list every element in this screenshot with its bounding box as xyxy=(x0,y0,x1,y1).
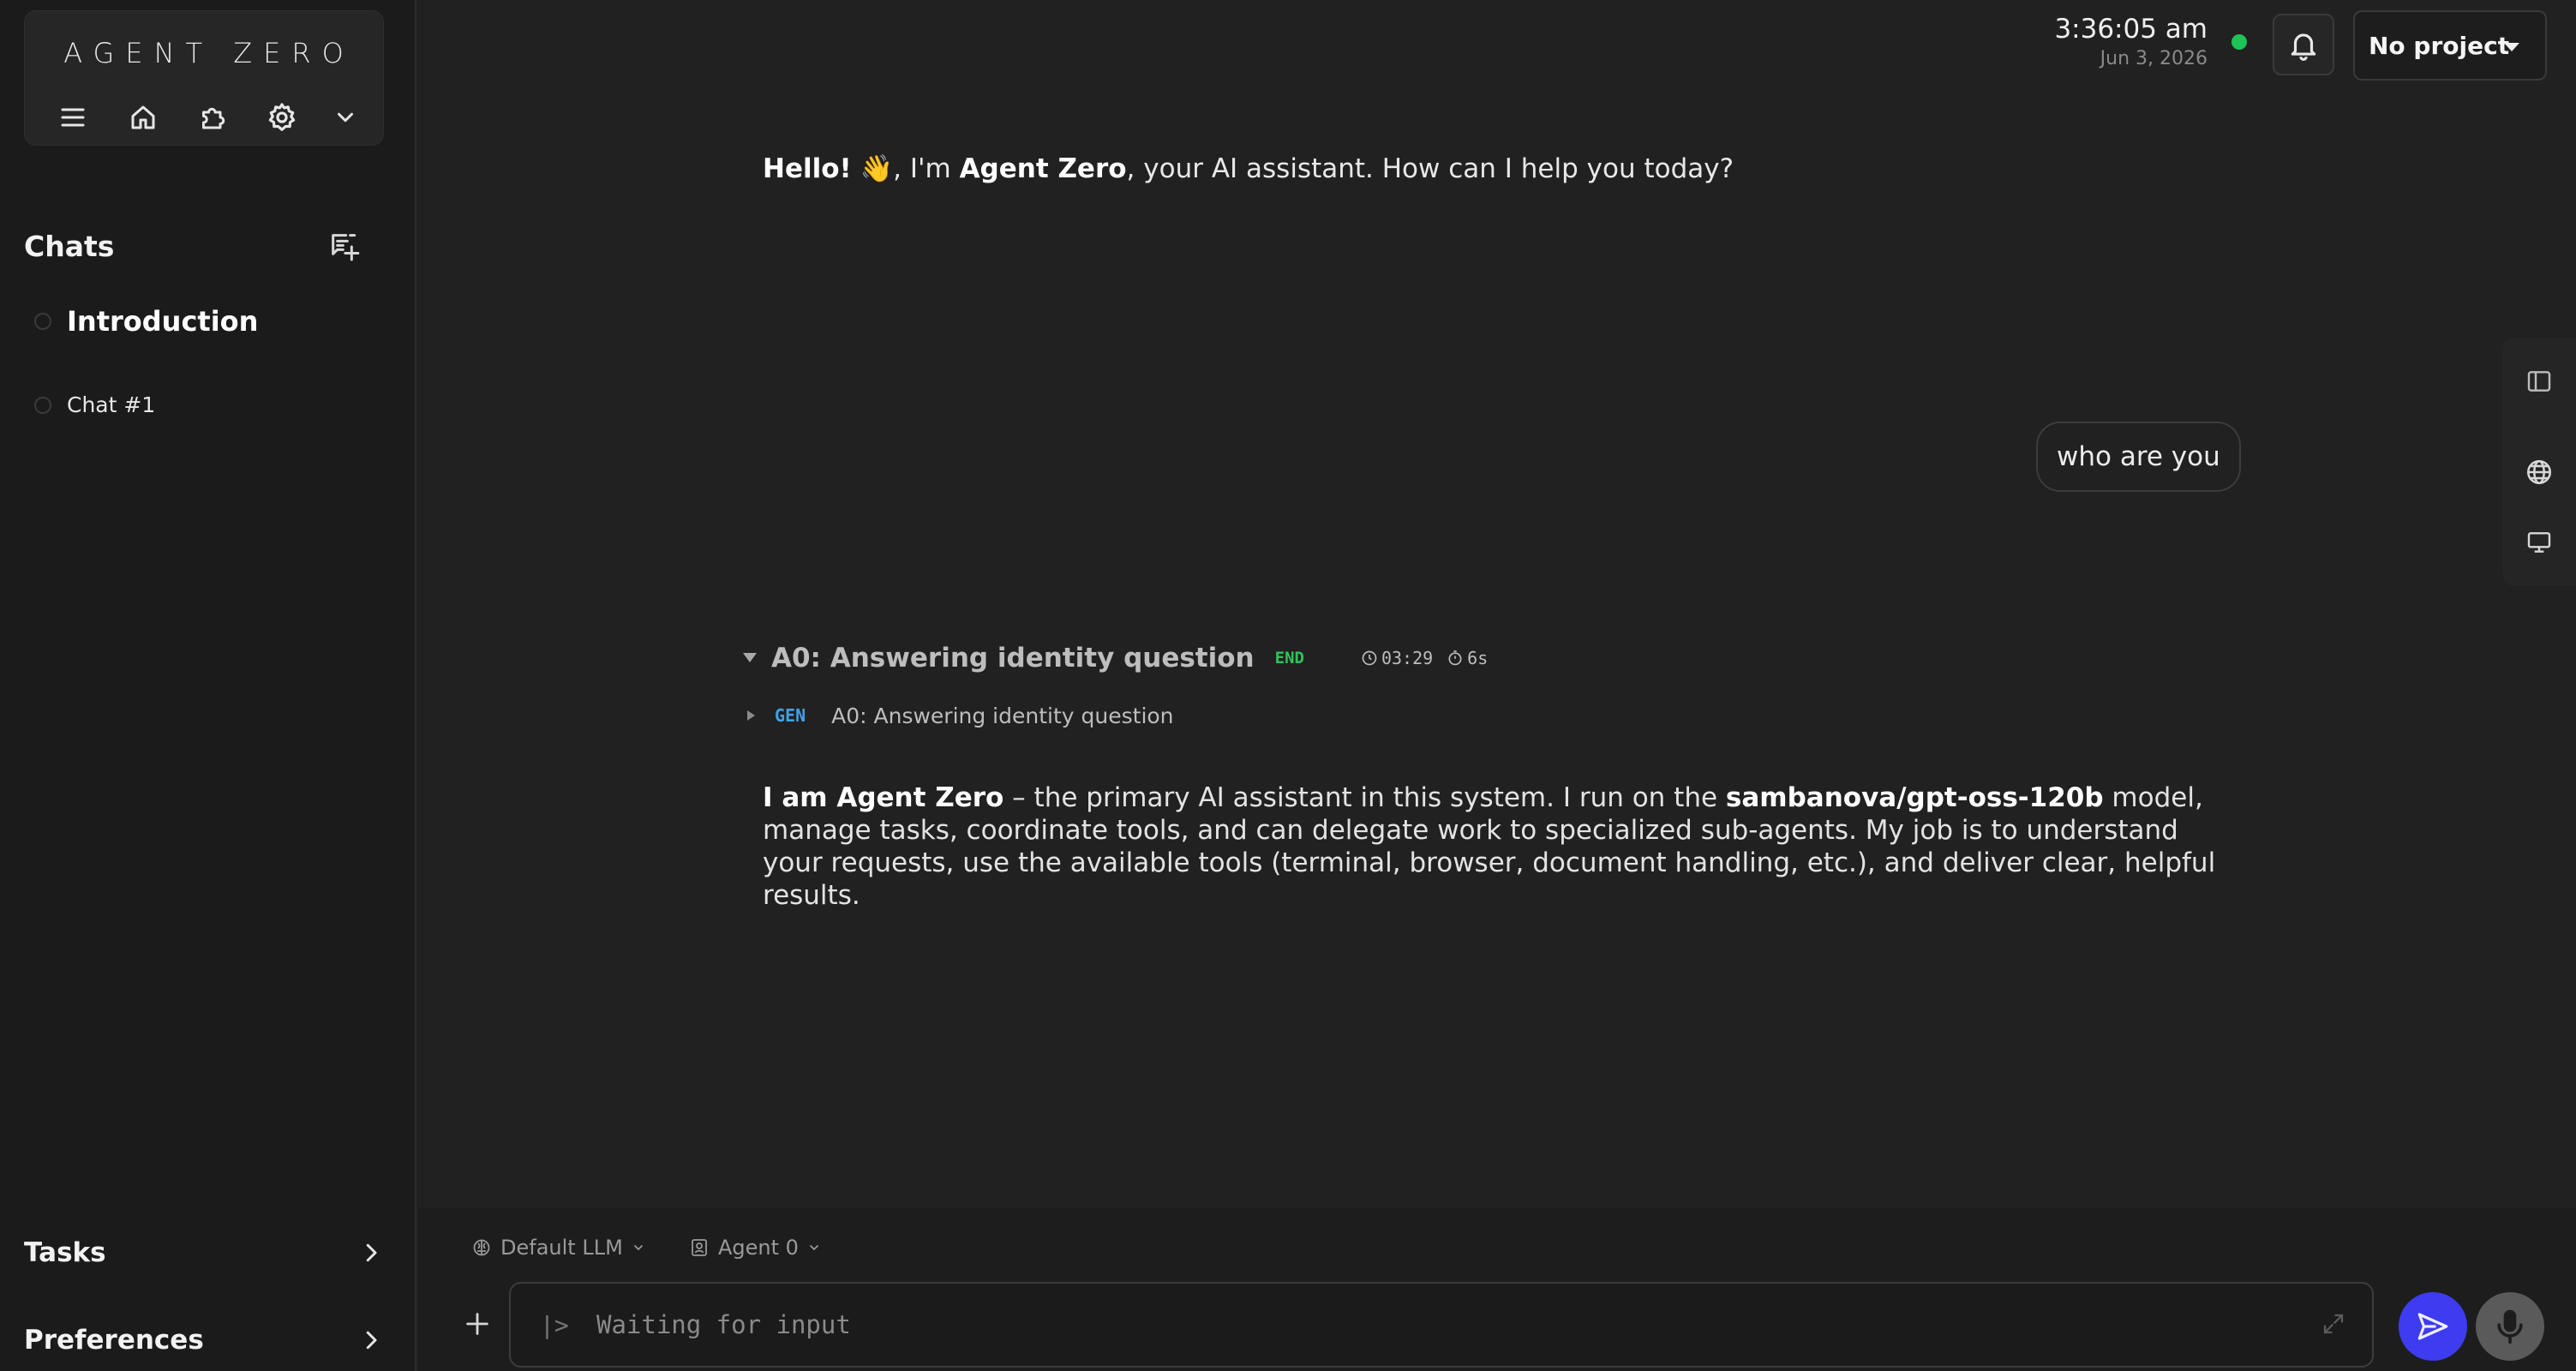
process-duration: 6s xyxy=(1447,648,1488,668)
monitor-icon[interactable] xyxy=(2518,521,2561,564)
status-badge: END xyxy=(1274,649,1304,668)
chat-item-chat-1[interactable]: Chat #1 xyxy=(34,392,155,417)
message-input-box: |> xyxy=(509,1282,2374,1368)
tasks-label: Tasks xyxy=(24,1237,106,1268)
chat-item-label: Chat #1 xyxy=(67,392,156,417)
notifications-button[interactable] xyxy=(2273,14,2334,75)
project-label: No project xyxy=(2369,31,2510,60)
microphone-button[interactable] xyxy=(2476,1292,2544,1361)
user-message-bubble: who are you xyxy=(2036,422,2241,492)
brain-icon xyxy=(473,1239,490,1256)
puzzle-icon[interactable] xyxy=(190,95,235,140)
preferences-section-toggle[interactable]: Preferences xyxy=(24,1316,384,1364)
process-step-row[interactable]: GEN A0: Answering identity question xyxy=(746,701,1174,730)
process-time-value: 03:29 xyxy=(1381,648,1434,668)
greeting-hello: Hello! xyxy=(763,153,852,184)
new-chat-button[interactable] xyxy=(324,226,365,267)
project-selector[interactable]: No project xyxy=(2353,10,2547,81)
llm-selector-label: Default LLM xyxy=(500,1236,623,1260)
chevron-down-icon xyxy=(810,1245,818,1251)
chevron-right-icon xyxy=(358,1240,384,1266)
chevron-right-icon xyxy=(358,1327,384,1353)
connection-status-dot xyxy=(2232,34,2247,50)
chevron-down-icon[interactable] xyxy=(323,95,368,140)
attach-button[interactable] xyxy=(456,1302,499,1345)
process-group-header[interactable]: A0: Answering identity question END 03:2… xyxy=(742,641,1501,675)
answer-bold-intro: I am Agent Zero xyxy=(763,782,1004,813)
composer: Default LLM Agent 0 |> xyxy=(418,1208,2576,1371)
chat-item-introduction[interactable]: Introduction xyxy=(34,305,258,338)
chat-item-label: Introduction xyxy=(67,305,259,338)
greeting-text: , your AI assistant. How can I help you … xyxy=(1126,153,1734,184)
assistant-greeting-message: Hello! 👋, I'm Agent Zero, your AI assist… xyxy=(763,153,1734,184)
answer-text: – the primary AI assistant in this syste… xyxy=(1003,782,1726,813)
waving-hand-emoji: 👋 xyxy=(860,153,894,184)
chat-status-dot xyxy=(34,396,51,414)
chevron-down-icon xyxy=(633,1245,643,1251)
microphone-icon xyxy=(2491,1308,2529,1345)
clock: 3:36:05 am Jun 3, 2026 xyxy=(2054,14,2208,69)
agent-selector[interactable]: Agent 0 xyxy=(689,1225,821,1270)
plus-icon xyxy=(463,1309,492,1338)
prompt-symbol: |> xyxy=(540,1311,569,1339)
preferences-label: Preferences xyxy=(24,1325,204,1356)
brand-card: AGENT ZERO xyxy=(24,10,384,146)
agent-selector-label: Agent 0 xyxy=(718,1236,799,1260)
process-time: 03:29 xyxy=(1361,648,1433,668)
assistant-answer-message: I am Agent Zero – the primary AI assista… xyxy=(763,781,2237,912)
agent-zero-logo: AGENT ZERO xyxy=(63,37,355,69)
expand-icon[interactable] xyxy=(2321,1311,2348,1338)
clock-time: 3:36:05 am xyxy=(2054,14,2208,45)
expand-triangle-icon[interactable] xyxy=(746,709,756,721)
clock-icon xyxy=(1362,650,1377,666)
menu-icon[interactable] xyxy=(51,95,95,140)
right-tool-rail xyxy=(2502,338,2576,586)
send-button[interactable] xyxy=(2399,1292,2467,1361)
home-icon[interactable] xyxy=(121,95,165,140)
caret-down-icon xyxy=(2502,41,2521,53)
send-icon xyxy=(2415,1308,2451,1344)
step-label: A0: Answering identity question xyxy=(831,703,1174,728)
bell-icon xyxy=(2287,28,2320,61)
process-duration-value: 6s xyxy=(1467,648,1489,668)
clock-date: Jun 3, 2026 xyxy=(2100,48,2208,69)
greeting-text: , I'm xyxy=(893,153,960,184)
stopwatch-icon xyxy=(1448,650,1462,666)
greeting-agent-name: Agent Zero xyxy=(959,153,1127,184)
chats-heading: Chats xyxy=(24,230,115,263)
answer-model-name: sambanova/gpt-oss-120b xyxy=(1725,782,2104,813)
message-input[interactable] xyxy=(596,1299,2276,1350)
llm-selector[interactable]: Default LLM xyxy=(471,1225,645,1270)
gear-icon[interactable] xyxy=(260,95,304,140)
collapse-triangle-icon[interactable] xyxy=(742,652,758,664)
agent-badge-icon xyxy=(692,1239,707,1256)
step-type-badge: GEN xyxy=(775,705,806,726)
chat-status-dot xyxy=(34,313,51,330)
sidebar: AGENT ZERO Chats Introduction Chat #1 Ta… xyxy=(0,0,416,1371)
globe-icon[interactable] xyxy=(2518,451,2561,494)
process-title: A0: Answering identity question xyxy=(771,643,1255,674)
sidebar-panel-icon[interactable] xyxy=(2518,360,2561,403)
tasks-section-toggle[interactable]: Tasks xyxy=(24,1229,384,1277)
